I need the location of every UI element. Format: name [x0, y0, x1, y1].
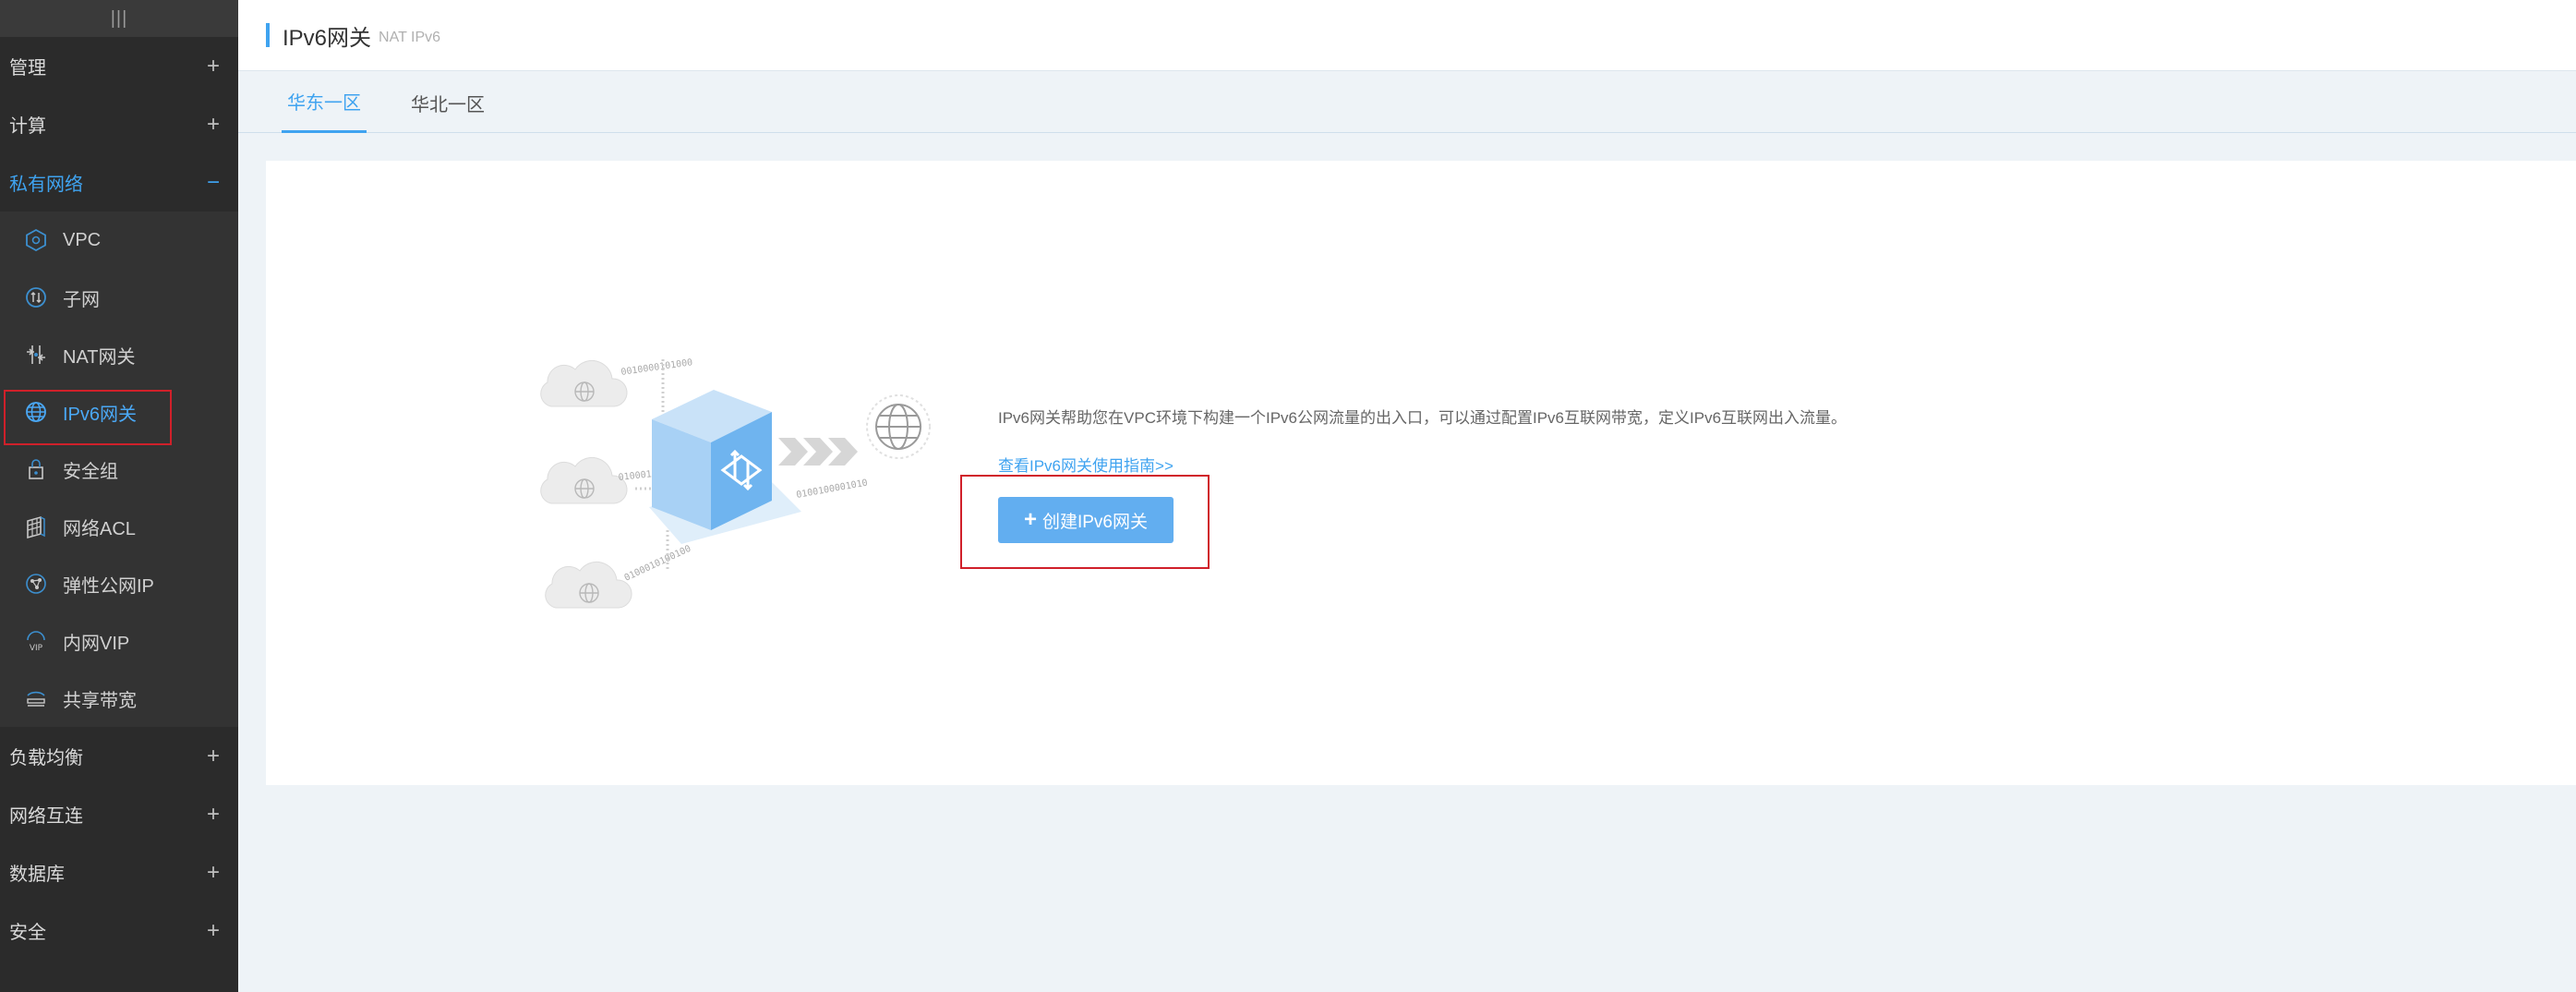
sidebar-group-label: 管理 [9, 58, 46, 79]
handle-icon: ||| [110, 7, 128, 29]
sidebar-group-private-network[interactable]: 私有网络 − [0, 153, 238, 212]
sidebar-collapse-handle[interactable]: ||| [0, 0, 238, 37]
usage-guide-link[interactable]: 查看IPv6网关使用指南>> [998, 453, 1174, 476]
description-text: IPv6网关帮助您在VPC环境下构建一个IPv6公网流量的出入口，可以通过配置I… [998, 409, 1848, 427]
lock-icon [22, 455, 50, 483]
sidebar-item-network-acl[interactable]: 网络ACL [0, 498, 238, 555]
sidebar-submenu: VPC 子网 NAT网关 IPv6网关 安全组 网络ACL 弹性公网IP VIP… [0, 212, 238, 727]
sidebar-group-load-balancing[interactable]: 负载均衡 + [0, 727, 238, 785]
vpc-icon [22, 226, 50, 254]
svg-text:VIP: VIP [30, 644, 43, 653]
sidebar-item-label: 弹性公网IP [63, 575, 154, 597]
sidebar-group-management[interactable]: 管理 + [0, 37, 238, 95]
sidebar-item-shared-bandwidth[interactable]: 共享带宽 [0, 670, 238, 727]
tab-east-china-1[interactable]: 华东一区 [282, 72, 367, 133]
create-button-highlight-box [960, 475, 1210, 569]
cloud-icon [540, 360, 628, 407]
expand-icon: + [206, 111, 220, 137]
sidebar-group-interconnect[interactable]: 网络互连 + [0, 785, 238, 843]
sidebar-group-security[interactable]: 安全 + [0, 901, 238, 960]
page-subtitle: NAT IPv6 [379, 30, 441, 45]
sidebar-item-private-vip[interactable]: VIP 内网VIP [0, 612, 238, 670]
sidebar-item-label: 共享带宽 [63, 690, 137, 711]
sidebar-group-label: 计算 [9, 116, 46, 137]
page-title: IPv6网关 [283, 25, 372, 51]
bandwidth-icon [22, 684, 50, 712]
sidebar-group-database[interactable]: 数据库 + [0, 843, 238, 901]
sidebar-item-nat-gateway[interactable]: NAT网关 [0, 326, 238, 383]
svg-text:0010000101000: 0010000101000 [620, 357, 693, 378]
title-accent-bar [266, 23, 270, 47]
sidebar-item-vpc[interactable]: VPC [0, 212, 238, 269]
region-tabs: 华东一区 华北一区 [238, 72, 2576, 133]
sidebar-group-label: 负载均衡 [9, 748, 83, 768]
expand-icon: + [206, 917, 220, 943]
sidebar: ||| 管理 + 计算 + 私有网络 − VPC 子网 NAT网关 IPv6网关… [0, 0, 238, 992]
sidebar-group-label: 安全 [9, 923, 46, 943]
page-header: IPv6网关 NAT IPv6 [238, 0, 2576, 71]
sidebar-item-label: VPC [63, 229, 102, 250]
network-nodes-icon [22, 570, 50, 598]
svg-text:0100010100100: 0100010100100 [623, 544, 693, 584]
svg-text:0100100001010: 0100100001010 [796, 478, 869, 501]
vip-icon: VIP [22, 627, 50, 655]
sidebar-highlight-box [4, 390, 172, 445]
sidebar-group-label: 网络互连 [9, 806, 83, 827]
expand-icon: + [206, 53, 220, 79]
sidebar-item-label: 网络ACL [63, 518, 136, 539]
empty-state-panel: 0010000101000 0100010010100 010001010010… [266, 161, 2576, 785]
sidebar-item-label: 安全组 [63, 461, 118, 482]
expand-icon: + [206, 801, 220, 827]
sidebar-item-label: 子网 [63, 289, 100, 310]
sidebar-item-subnet[interactable]: 子网 [0, 269, 238, 326]
sidebar-item-label: NAT网关 [63, 346, 136, 368]
sidebar-item-elastic-ip[interactable]: 弹性公网IP [0, 555, 238, 612]
expand-icon: + [206, 743, 220, 768]
sidebar-group-label: 数据库 [9, 865, 65, 885]
tab-north-china-1[interactable]: 华北一区 [405, 72, 490, 133]
subnet-icon [22, 284, 50, 311]
nat-gateway-icon [22, 341, 50, 369]
firewall-icon [22, 513, 50, 540]
ipv6-gateway-illustration: 0010000101000 0100010010100 010001010010… [515, 318, 940, 632]
sidebar-group-compute[interactable]: 计算 + [0, 95, 238, 153]
expand-icon: + [206, 859, 220, 885]
sidebar-item-label: 内网VIP [63, 633, 130, 654]
sidebar-group-label: 私有网络 [9, 175, 83, 195]
collapse-icon: − [206, 169, 220, 195]
sidebar-item-security-group[interactable]: 安全组 [0, 441, 238, 498]
